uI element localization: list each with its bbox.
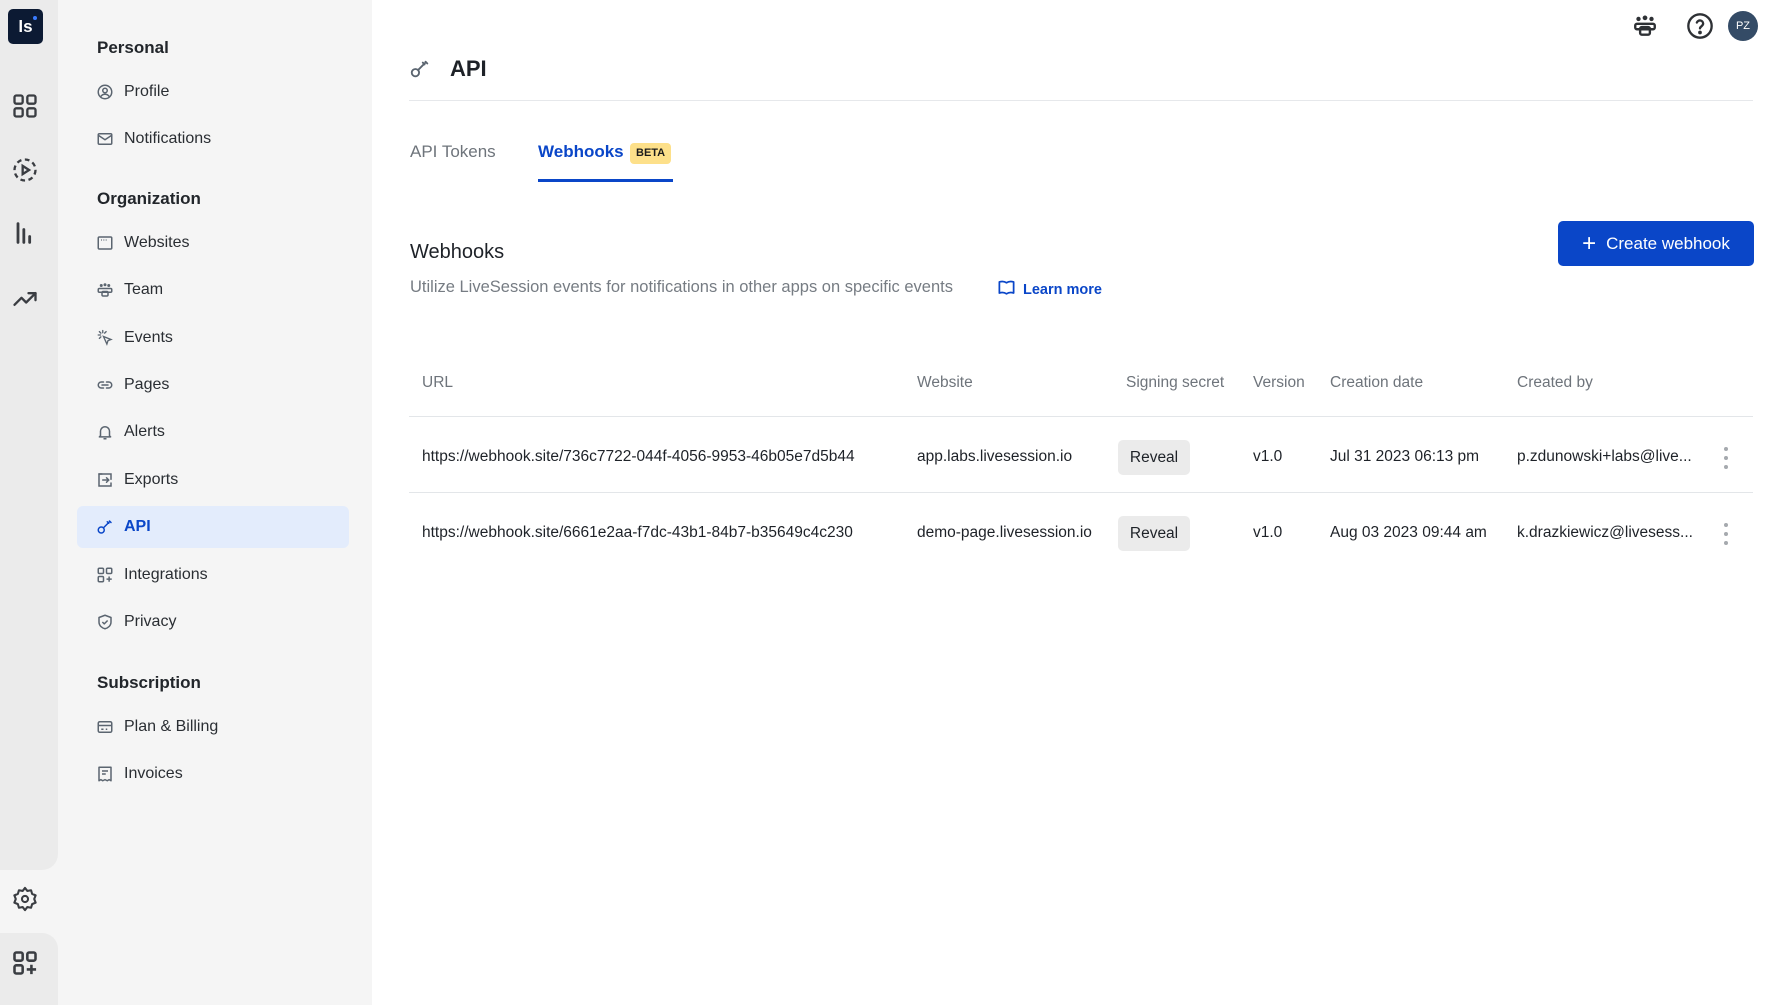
key-icon [96, 518, 114, 536]
user-avatar[interactable]: PZ [1728, 11, 1758, 41]
column-header-website: Website [917, 374, 973, 391]
tab-webhooks[interactable]: Webhooks [538, 142, 624, 162]
team-icon[interactable] [1631, 12, 1659, 40]
bell-icon [96, 423, 114, 441]
webhook-creation-date: Jul 31 2023 06:13 pm [1330, 448, 1480, 465]
webhook-creation-date: Aug 03 2023 09:44 am [1330, 524, 1487, 541]
rail-top-section [0, 0, 58, 870]
sidebar-item-label: Privacy [124, 613, 177, 630]
credit-card-icon [96, 718, 114, 736]
integrations-icon[interactable] [10, 948, 40, 978]
sidebar-item-label: API [124, 518, 151, 535]
key-icon [409, 58, 431, 80]
learn-more-label: Learn more [1023, 281, 1102, 298]
sidebar-item-notifications[interactable]: Notifications [77, 118, 349, 160]
sidebar-item-privacy[interactable]: Privacy [77, 601, 349, 643]
receipt-icon [96, 765, 114, 783]
dashboard-icon[interactable] [10, 91, 40, 121]
section-title-organization: Organization [97, 189, 201, 208]
link-icon [96, 376, 114, 394]
webhook-website: app.labs.livesession.io [917, 448, 1073, 465]
sidebar-item-label: Websites [124, 234, 190, 251]
mail-icon [96, 130, 114, 148]
webhook-version: v1.0 [1253, 524, 1283, 541]
section-title-subscription: Subscription [97, 673, 201, 692]
row-divider [409, 416, 1753, 417]
shield-icon [96, 613, 114, 631]
column-header-version: Version [1253, 374, 1305, 391]
page-title: API [450, 56, 487, 81]
sidebar-item-team[interactable]: Team [77, 269, 349, 311]
sidebar-item-label: Integrations [124, 566, 208, 583]
sidebar-item-pages[interactable]: Pages [77, 364, 349, 406]
active-tab-indicator [538, 179, 673, 182]
sidebar-item-label: Events [124, 329, 173, 346]
webhook-website: demo-page.livesession.io [917, 524, 1092, 541]
create-webhook-button[interactable]: + Create webhook [1558, 221, 1754, 266]
webhook-version: v1.0 [1253, 448, 1283, 465]
column-header-url: URL [422, 374, 454, 391]
recordings-icon[interactable] [10, 155, 40, 185]
sidebar-item-label: Exports [124, 471, 179, 488]
click-icon [96, 329, 114, 347]
create-webhook-label: Create webhook [1606, 233, 1730, 253]
more-options-icon[interactable] [1720, 523, 1732, 545]
section-title-personal: Personal [97, 38, 169, 57]
learn-more-link[interactable]: Learn more [997, 278, 1102, 301]
settings-icon[interactable] [10, 884, 40, 914]
section-subtitle: Utilize LiveSession events for notificat… [410, 278, 953, 296]
app-logo[interactable]: ls [8, 9, 43, 44]
team-icon [96, 281, 114, 299]
trends-icon[interactable] [10, 284, 40, 314]
row-divider [409, 492, 1753, 493]
browser-icon [96, 234, 114, 252]
logo-text: ls [18, 17, 33, 36]
reveal-secret-button[interactable]: Reveal [1118, 516, 1190, 551]
sidebar-item-integrations[interactable]: Integrations [77, 554, 349, 596]
tab-api-tokens[interactable]: API Tokens [410, 142, 496, 162]
webhook-url[interactable]: https://webhook.site/736c7722-044f-4056-… [422, 448, 855, 466]
column-header-creation-date: Creation date [1330, 374, 1424, 391]
webhook-created-by: k.drazkiewicz@livesess... [1517, 524, 1693, 541]
profile-icon [96, 83, 114, 101]
sidebar-item-label: Invoices [124, 765, 183, 782]
beta-badge: BETA [630, 143, 672, 164]
sidebar-item-label: Team [124, 281, 164, 298]
settings-sidebar: Personal Profile Notifications Organizat… [58, 0, 372, 1005]
sidebar-item-label: Pages [124, 376, 170, 393]
sidebar-item-label: Plan & Billing [124, 718, 219, 735]
sidebar-item-label: Notifications [124, 130, 212, 147]
more-options-icon[interactable] [1720, 447, 1732, 469]
header-divider [409, 100, 1753, 101]
icon-rail: ls [0, 0, 58, 1005]
sidebar-item-plan-billing[interactable]: Plan & Billing [77, 706, 349, 748]
sidebar-item-websites[interactable]: Websites [77, 222, 349, 264]
reveal-secret-button[interactable]: Reveal [1118, 440, 1190, 475]
help-icon[interactable] [1686, 12, 1714, 40]
sidebar-item-label: Profile [124, 83, 170, 100]
column-header-created-by: Created by [1517, 374, 1593, 391]
sidebar-item-alerts[interactable]: Alerts [77, 411, 349, 453]
sidebar-item-exports[interactable]: Exports [77, 459, 349, 501]
sidebar-item-api[interactable]: API [77, 506, 349, 548]
plus-icon: + [1582, 229, 1597, 257]
webhook-created-by: p.zdunowski+labs@live... [1517, 448, 1692, 465]
export-icon [96, 471, 114, 489]
sidebar-item-profile[interactable]: Profile [77, 71, 349, 113]
book-icon [997, 278, 1023, 301]
sidebar-item-invoices[interactable]: Invoices [77, 753, 349, 795]
sidebar-item-events[interactable]: Events [77, 317, 349, 359]
analytics-icon[interactable] [10, 218, 40, 248]
column-header-signing-secret: Signing secret [1126, 374, 1225, 391]
webhook-url[interactable]: https://webhook.site/6661e2aa-f7dc-43b1-… [422, 524, 853, 542]
section-heading: Webhooks [410, 241, 505, 263]
sidebar-item-label: Alerts [124, 423, 165, 440]
integrations-icon [96, 566, 114, 584]
